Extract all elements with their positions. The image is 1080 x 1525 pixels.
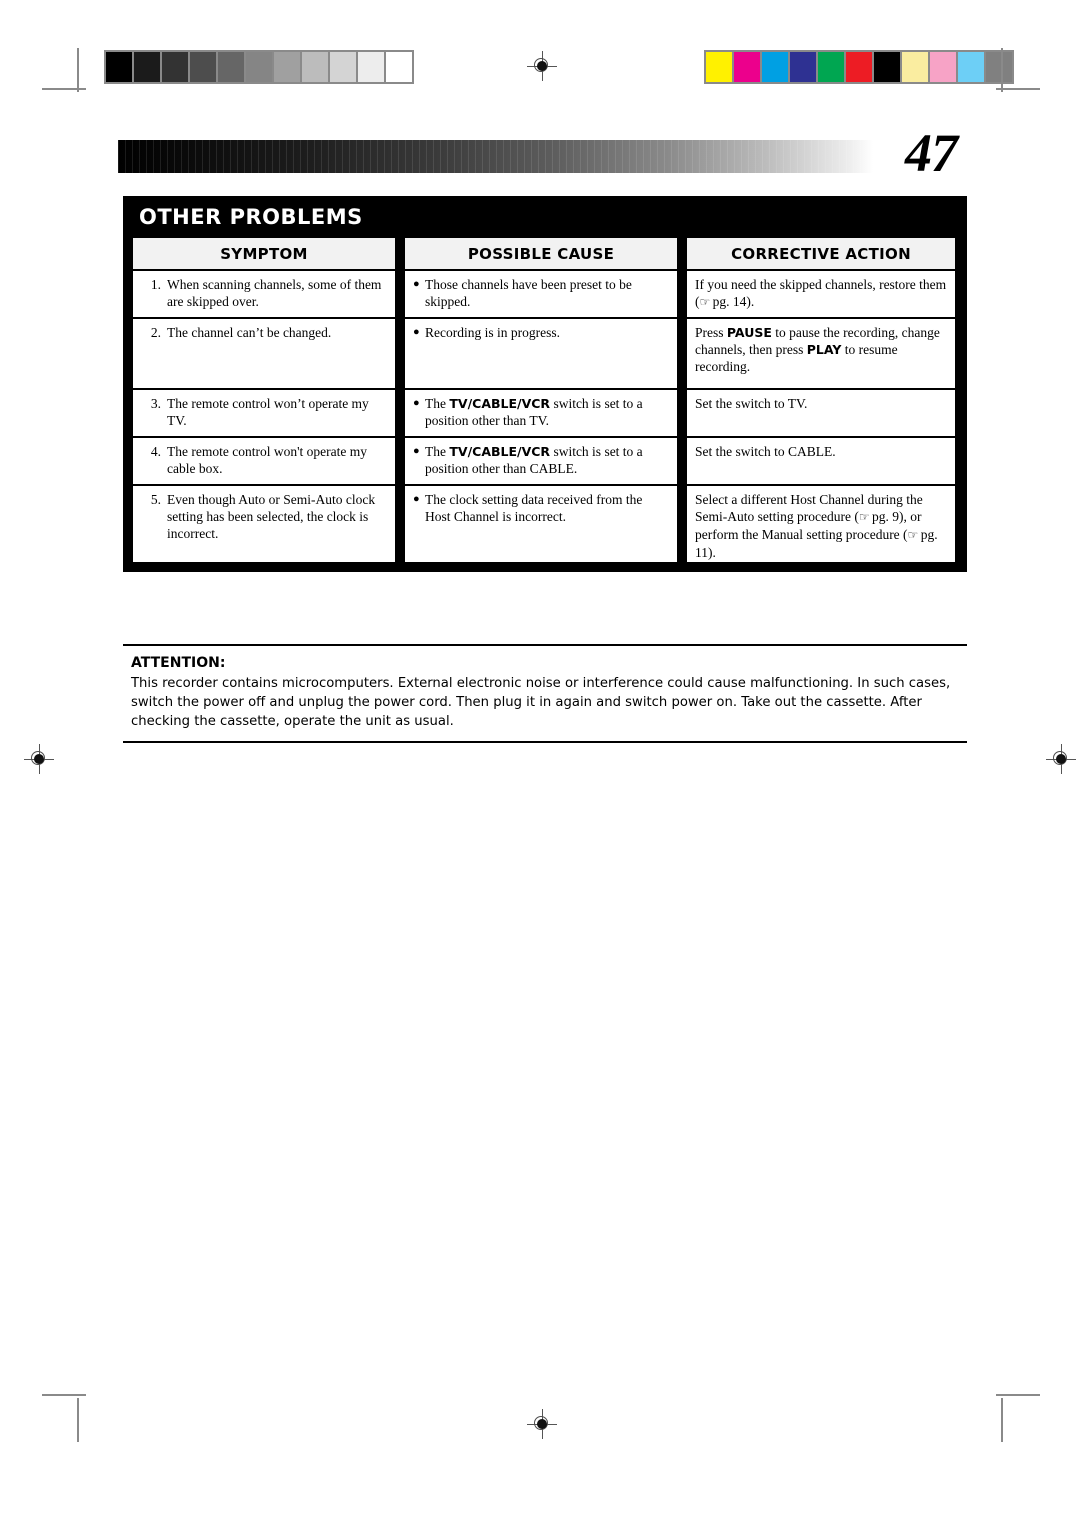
action-text: Set the switch to CABLE. (695, 444, 836, 459)
grayscale-swatch-6 (274, 52, 300, 82)
symptom-text: When scanning channels, some of them are… (167, 277, 382, 309)
color-swatch-4 (818, 52, 844, 82)
color-swatch-9 (958, 52, 984, 82)
pointing-hand-icon: ☞ (907, 528, 919, 542)
grayscale-calibration-bar (104, 50, 414, 84)
reg-dot (537, 1419, 547, 1429)
crop-mark-corner-br-h (996, 1394, 1040, 1396)
table-row: ● The TV/CABLE/VCR switch is set to a po… (405, 390, 677, 436)
row-number: 3. (150, 396, 161, 411)
color-swatch-6 (874, 52, 900, 82)
registration-target-right (1046, 744, 1076, 774)
table-row: ● Recording is in progress. (405, 319, 677, 388)
symptom-text: The remote control won’t operate my TV. (167, 396, 369, 428)
bullet-icon: ● (413, 326, 420, 338)
symptom-text: The remote control won't operate my cabl… (167, 444, 367, 476)
crop-mark-top-right (1001, 48, 1003, 92)
action-text: Select a different Host Channel during t… (695, 492, 938, 560)
other-problems-panel: OTHER PROBLEMS SYMPTOM 1. When scanning … (123, 196, 967, 572)
attention-body: This recorder contains microcomputers. E… (131, 676, 951, 729)
crop-mark-top-left (77, 48, 79, 92)
grayscale-swatch-0 (106, 52, 132, 82)
cause-text: Recording is in progress. (425, 325, 560, 340)
bullet-icon: ● (413, 445, 420, 457)
table-row: If you need the skipped channels, restor… (687, 271, 955, 317)
column-possible-cause: POSSIBLE CAUSE ● Those channels have bee… (405, 238, 677, 562)
cause-text: The clock setting data received from the… (425, 492, 643, 524)
table-row: Set the switch to TV. (687, 390, 955, 436)
color-swatch-7 (902, 52, 928, 82)
reg-dot (34, 754, 44, 764)
row-number: 1. (150, 277, 161, 292)
registration-target-left (24, 744, 54, 774)
color-calibration-bar (704, 50, 1014, 84)
pointing-hand-icon: ☞ (699, 295, 711, 309)
crop-mark-corner-tr-h (996, 88, 1040, 90)
table-row: 4. The remote control won't operate my c… (133, 438, 395, 484)
troubleshooting-table: SYMPTOM 1. When scanning channels, some … (123, 238, 967, 572)
row-number: 2. (150, 325, 161, 340)
table-row: 5. Even though Auto or Semi-Auto clock s… (133, 486, 395, 562)
bullet-icon: ● (413, 278, 420, 290)
cause-text: The TV/CABLE/VCR switch is set to a posi… (425, 396, 643, 428)
table-row: ● Those channels have been preset to be … (405, 271, 677, 317)
symptom-text: The channel can’t be changed. (167, 325, 332, 340)
column-header-symptom: SYMPTOM (133, 238, 395, 269)
action-text: Set the switch to TV. (695, 396, 808, 411)
table-row: Set the switch to CABLE. (687, 438, 955, 484)
table-row: 2. The channel can’t be changed. (133, 319, 395, 388)
table-row: Press PAUSE to pause the recording, chan… (687, 319, 955, 388)
symptom-text: Even though Auto or Semi-Auto clock sett… (167, 492, 376, 541)
color-swatch-1 (734, 52, 760, 82)
cause-text: The TV/CABLE/VCR switch is set to a posi… (425, 444, 643, 476)
cause-text: Those channels have been preset to be sk… (425, 277, 632, 309)
grayscale-swatch-2 (162, 52, 188, 82)
crop-mark-corner-bl-v (77, 1398, 79, 1442)
table-row: ● The clock setting data received from t… (405, 486, 677, 562)
grayscale-swatch-10 (386, 52, 412, 82)
color-swatch-0 (706, 52, 732, 82)
pointing-hand-icon: ☞ (858, 510, 870, 524)
reg-dot (1056, 754, 1066, 764)
action-text: Press PAUSE to pause the recording, chan… (695, 325, 940, 374)
grayscale-swatch-7 (302, 52, 328, 82)
page-title: OTHER PROBLEMS (139, 205, 363, 229)
color-swatch-3 (790, 52, 816, 82)
column-header-corrective-action: CORRECTIVE ACTION (687, 238, 955, 269)
grayscale-swatch-9 (358, 52, 384, 82)
attention-title: ATTENTION: (131, 655, 226, 671)
grayscale-swatch-3 (190, 52, 216, 82)
column-symptom: SYMPTOM 1. When scanning channels, some … (133, 238, 395, 562)
table-row: Select a different Host Channel during t… (687, 486, 955, 562)
column-corrective-action: CORRECTIVE ACTION If you need the skippe… (687, 238, 955, 562)
table-row: 3. The remote control won’t operate my T… (133, 390, 395, 436)
table-row: ● The TV/CABLE/VCR switch is set to a po… (405, 438, 677, 484)
color-swatch-2 (762, 52, 788, 82)
header-gradient-bar (118, 140, 873, 173)
row-number: 5. (150, 492, 161, 507)
grayscale-swatch-1 (134, 52, 160, 82)
page-number: 47 (905, 123, 958, 183)
column-header-possible-cause: POSSIBLE CAUSE (405, 238, 677, 269)
attention-note: ATTENTION: This recorder contains microc… (123, 644, 967, 743)
color-swatch-5 (846, 52, 872, 82)
grayscale-swatch-8 (330, 52, 356, 82)
grayscale-swatch-4 (218, 52, 244, 82)
action-text: If you need the skipped channels, restor… (695, 277, 947, 309)
row-number: 4. (150, 444, 161, 459)
grayscale-swatch-5 (246, 52, 272, 82)
color-swatch-10 (986, 52, 1012, 82)
crop-mark-corner-bl-h (42, 1394, 86, 1396)
registration-target-bottom (527, 1409, 557, 1439)
registration-target-top (527, 51, 557, 81)
bullet-icon: ● (413, 493, 420, 505)
crop-mark-corner-tl-h (42, 88, 86, 90)
color-swatch-8 (930, 52, 956, 82)
crop-mark-corner-br-v (1001, 1398, 1003, 1442)
reg-dot (537, 61, 547, 71)
gradient-fill (118, 140, 873, 173)
bullet-icon: ● (413, 397, 420, 409)
table-row: 1. When scanning channels, some of them … (133, 271, 395, 317)
